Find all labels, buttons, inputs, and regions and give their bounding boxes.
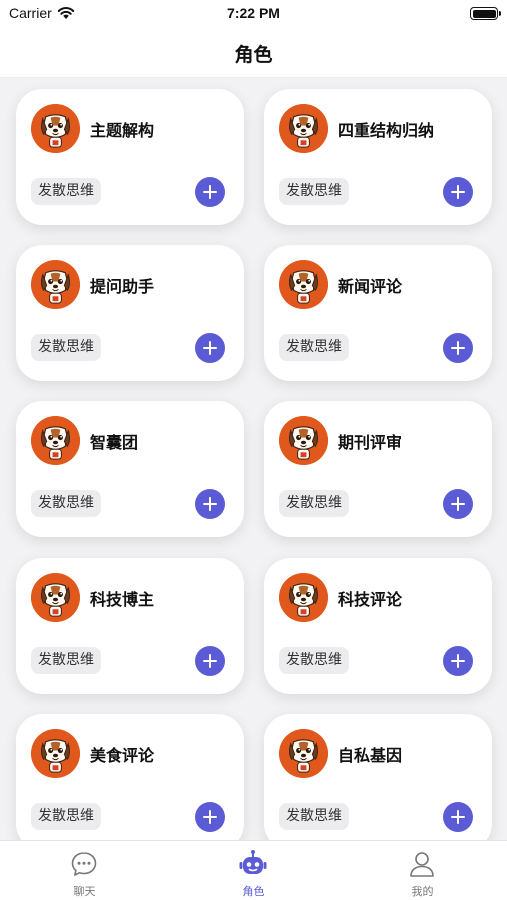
role-tag: 发散思维 xyxy=(279,803,349,830)
tab-roles[interactable]: 角色 xyxy=(169,841,338,900)
role-name: 主题解构 xyxy=(90,121,155,140)
nav-bar: 角色 xyxy=(0,30,507,78)
tab-label: 角色 xyxy=(242,885,265,898)
role-card[interactable]: 主题解构 发散思维 xyxy=(16,89,244,225)
add-role-button[interactable] xyxy=(195,333,225,363)
role-card[interactable]: 科技博主 发散思维 xyxy=(16,558,244,694)
add-role-button[interactable] xyxy=(195,489,225,519)
role-card[interactable]: 美食评论 发散思维 xyxy=(16,714,244,840)
role-name: 四重结构归纳 xyxy=(338,121,435,140)
dog-avatar-icon xyxy=(279,573,328,622)
add-role-button[interactable] xyxy=(195,646,225,676)
dog-avatar-icon xyxy=(31,416,80,465)
role-tag: 发散思维 xyxy=(31,178,101,205)
role-card[interactable]: 自私基因 发散思维 xyxy=(264,714,492,840)
role-card[interactable]: 智囊团 发散思维 xyxy=(16,401,244,537)
role-tag: 发散思维 xyxy=(279,178,349,205)
role-name: 新闻评论 xyxy=(338,277,403,296)
dog-avatar-icon xyxy=(31,573,80,622)
role-card[interactable]: 新闻评论 发散思维 xyxy=(264,245,492,381)
add-role-button[interactable] xyxy=(443,646,473,676)
role-card[interactable]: 四重结构归纳 发散思维 xyxy=(264,89,492,225)
role-tag: 发散思维 xyxy=(31,334,101,361)
role-tag: 发散思维 xyxy=(279,647,349,674)
dog-avatar-icon xyxy=(279,104,328,153)
dog-avatar-icon xyxy=(31,729,80,778)
add-role-button[interactable] xyxy=(195,177,225,207)
tab-label: 我的 xyxy=(411,885,434,898)
role-name: 提问助手 xyxy=(90,277,155,296)
page-title: 角色 xyxy=(234,44,273,66)
role-card[interactable]: 提问助手 发散思维 xyxy=(16,245,244,381)
tab-label: 聊天 xyxy=(73,885,96,898)
battery-icon xyxy=(470,7,501,20)
chat-bubble-icon xyxy=(71,852,97,876)
role-name: 自私基因 xyxy=(338,746,403,765)
dog-avatar-icon xyxy=(31,260,80,309)
robot-icon xyxy=(239,850,267,874)
add-role-button[interactable] xyxy=(443,333,473,363)
role-card[interactable]: 期刊评审 发散思维 xyxy=(264,401,492,537)
role-name: 期刊评审 xyxy=(338,433,403,452)
status-time: 7:22 PM xyxy=(227,5,280,21)
add-role-button[interactable] xyxy=(443,177,473,207)
role-name: 科技博主 xyxy=(90,590,155,609)
role-grid: 主题解构 发散思维 四重结构归纳 发散思维 提问助手 发散思维 新闻评论 发散思… xyxy=(0,78,507,840)
dog-avatar-icon xyxy=(31,104,80,153)
add-role-button[interactable] xyxy=(195,802,225,832)
person-icon xyxy=(410,852,434,877)
tab-bar: 聊天 角色 我的 xyxy=(0,840,507,900)
add-role-button[interactable] xyxy=(443,802,473,832)
role-name: 美食评论 xyxy=(90,746,155,765)
role-tag: 发散思维 xyxy=(31,490,101,517)
role-tag: 发散思维 xyxy=(279,490,349,517)
tab-chat[interactable]: 聊天 xyxy=(0,841,169,900)
role-tag: 发散思维 xyxy=(31,647,101,674)
role-tag: 发散思维 xyxy=(279,334,349,361)
status-bar: Carrier 7:22 PM xyxy=(0,0,507,30)
role-card[interactable]: 科技评论 发散思维 xyxy=(264,558,492,694)
add-role-button[interactable] xyxy=(443,489,473,519)
tab-profile[interactable]: 我的 xyxy=(338,841,507,900)
dog-avatar-icon xyxy=(279,416,328,465)
dog-avatar-icon xyxy=(279,260,328,309)
role-tag: 发散思维 xyxy=(31,803,101,830)
role-name: 科技评论 xyxy=(338,590,403,609)
dog-avatar-icon xyxy=(279,729,328,778)
role-name: 智囊团 xyxy=(90,433,139,452)
